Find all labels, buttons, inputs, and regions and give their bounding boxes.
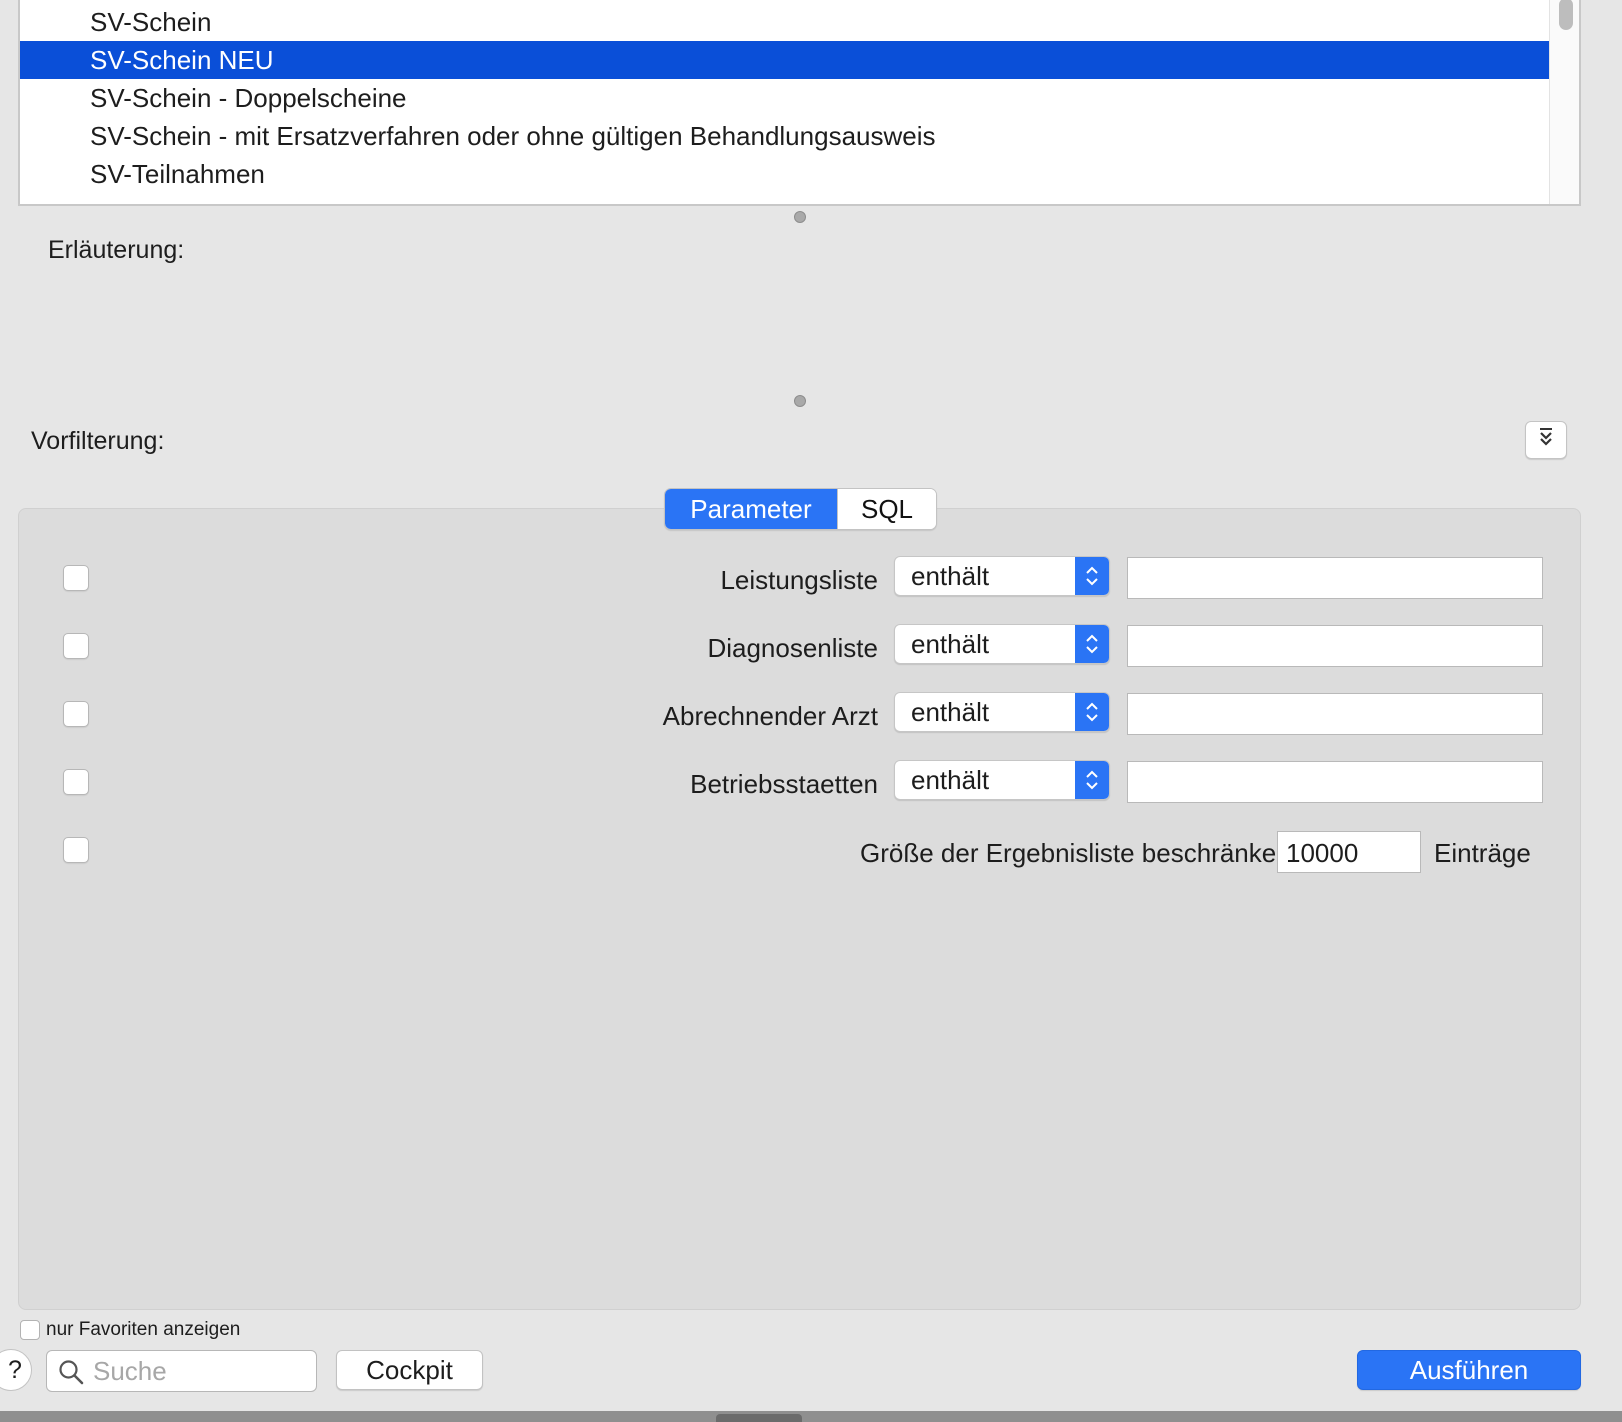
diagnosenliste-operator-select[interactable]: enthält [894,624,1110,664]
tab-sql[interactable]: SQL [837,489,936,529]
leistungsliste-label: Leistungsliste [720,565,878,595]
select-value: enthält [911,765,990,795]
tab-parameter[interactable]: Parameter [665,489,837,529]
chevron-up-down-icon [1075,625,1109,663]
chevron-up-down-icon [1075,761,1109,799]
limit-label: Größe der Ergebnisliste beschränken auf [860,838,1335,868]
select-value: enthält [911,697,990,727]
list-scrollbar-thumb[interactable] [1559,0,1573,30]
list-item-selected[interactable]: SV-Schein NEU [20,41,1552,79]
list-item[interactable]: SV-Schein [20,3,1552,41]
search-input[interactable]: Suche [46,1350,317,1392]
select-value: enthält [911,561,990,591]
execute-button[interactable]: Ausführen [1357,1350,1581,1390]
window-bottom-edge [0,1411,1622,1422]
favorites-label: nur Favoriten anzeigen [46,1319,241,1340]
prefilter-toggle-button[interactable] [1525,421,1567,459]
list-item[interactable]: SV-Teilnahmen [20,155,1552,193]
betriebsstaetten-operator-select[interactable]: enthält [894,760,1110,800]
search-placeholder: Suche [93,1356,167,1386]
limit-checkbox[interactable] [63,837,89,863]
help-button[interactable]: ? [0,1349,32,1391]
cockpit-button[interactable]: Cockpit [336,1350,483,1390]
splitter-handle[interactable] [794,211,806,223]
diagnosenliste-value-input[interactable] [1127,625,1543,667]
abrechnender-arzt-operator-select[interactable]: enthält [894,692,1110,732]
leistungsliste-operator-select[interactable]: enthält [894,556,1110,596]
double-chevron-down-icon [1538,427,1554,454]
list-scrollbar[interactable] [1549,0,1579,204]
query-list[interactable]: SV-Schein SV-Schein NEU SV-Schein - Dopp… [18,0,1581,206]
leistungsliste-value-input[interactable] [1127,557,1543,599]
splitter-handle[interactable] [794,395,806,407]
explanation-label: Erläuterung: [48,236,185,264]
abrechnender-arzt-checkbox[interactable] [63,701,89,727]
limit-unit-label: Einträge [1434,838,1531,868]
betriebsstaetten-value-input[interactable] [1127,761,1543,803]
list-item[interactable]: SV-Schein - mit Ersatzverfahren oder ohn… [20,117,1552,155]
list-item[interactable]: SV-Schein - Doppelscheine [20,79,1552,117]
search-icon [58,1359,84,1390]
abrechnender-arzt-label: Abrechnender Arzt [662,701,878,731]
prefilter-label: Vorfilterung: [31,427,165,455]
select-value: enthält [911,629,990,659]
chevron-up-down-icon [1075,693,1109,731]
betriebsstaetten-label: Betriebsstaetten [690,769,878,799]
leistungsliste-checkbox[interactable] [63,565,89,591]
tab-bar: Parameter SQL [664,488,937,530]
chevron-up-down-icon [1075,557,1109,595]
abrechnender-arzt-value-input[interactable] [1127,693,1543,735]
favorites-checkbox[interactable] [20,1320,40,1340]
diagnosenliste-label: Diagnosenliste [707,633,878,663]
diagnosenliste-checkbox[interactable] [63,633,89,659]
betriebsstaetten-checkbox[interactable] [63,769,89,795]
window-resize-grip[interactable] [716,1414,802,1422]
limit-value-input[interactable]: 10000 [1277,831,1421,873]
